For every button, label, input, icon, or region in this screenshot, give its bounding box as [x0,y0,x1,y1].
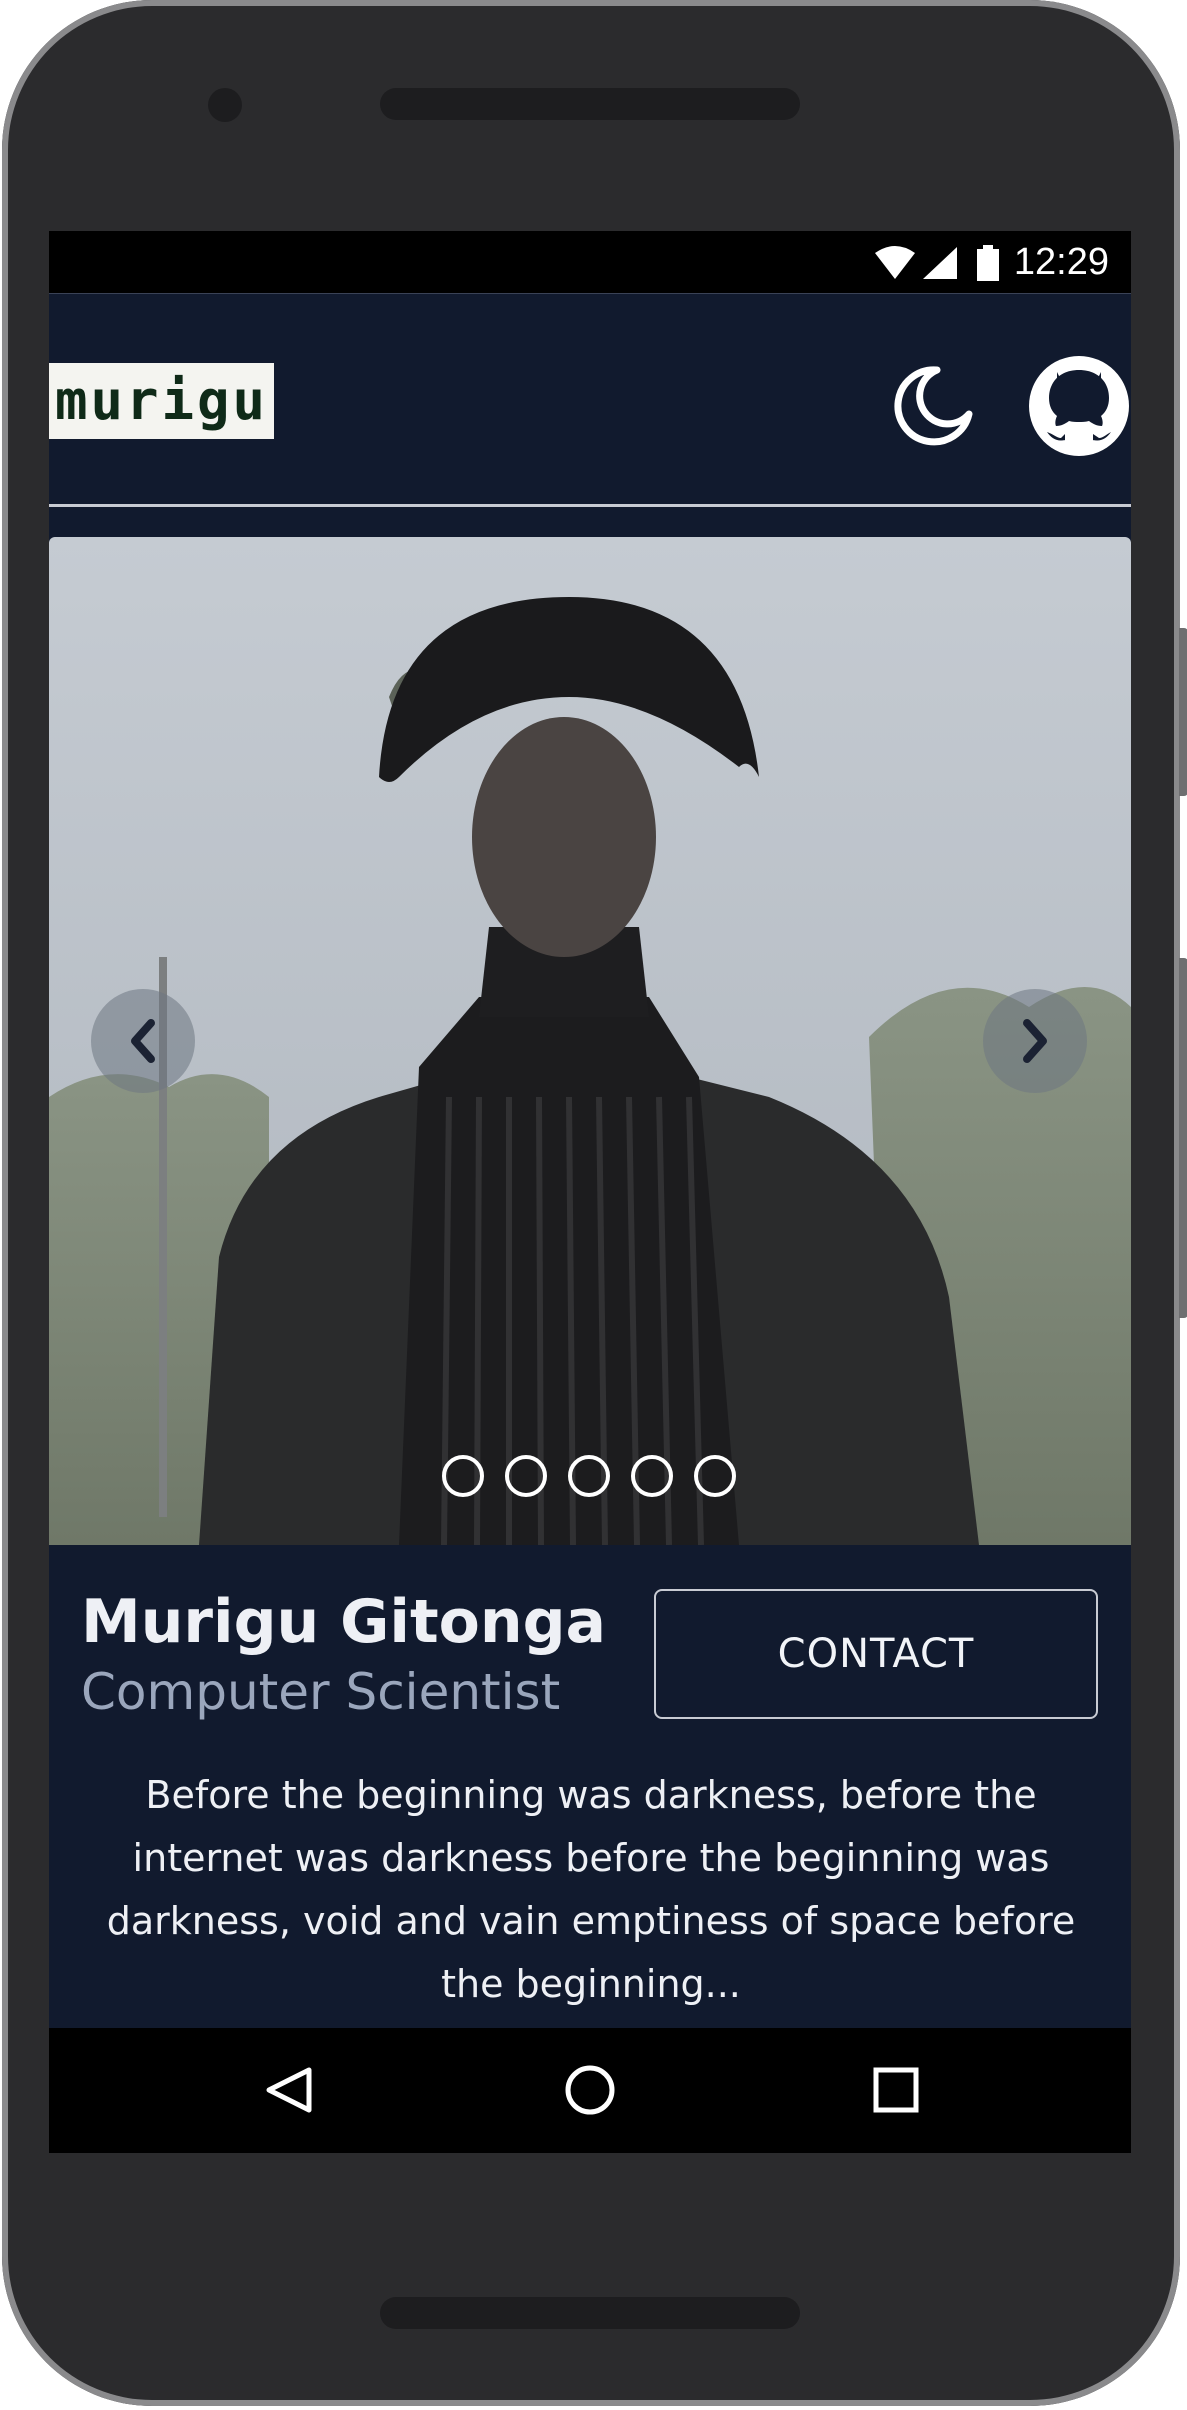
signal-icon [923,247,957,279]
profile-name: Murigu Gitonga [81,1587,606,1657]
moon-icon[interactable] [889,364,973,448]
status-bar: 12:29 [49,231,1131,293]
contact-button[interactable]: CONTACT [654,1589,1098,1719]
battery-icon [977,245,999,281]
volume-button [1179,958,1187,1318]
profile-bio: Before the beginning was darkness, befor… [106,1773,1076,2006]
carousel-indicator[interactable] [568,1455,610,1497]
recents-icon[interactable] [873,2067,919,2113]
back-icon[interactable] [266,2067,312,2113]
home-icon[interactable] [565,2065,615,2115]
github-icon[interactable] [1027,354,1131,458]
front-camera [208,88,242,122]
chevron-left-icon [131,1019,155,1063]
photo-carousel[interactable] [49,537,1131,1545]
screen: 12:29 murigu Murigu Gitonga Computer Sci… [49,231,1131,2153]
site-logo[interactable]: murigu [49,363,274,439]
carousel-prev-button[interactable] [91,989,195,1093]
power-button [1179,628,1187,796]
profile-role: Computer Scientist [81,1663,561,1721]
android-nav-buttons [266,2065,919,2115]
carousel-indicator[interactable] [631,1455,673,1497]
carousel-indicator[interactable] [442,1455,484,1497]
bottom-speaker [380,2297,800,2329]
app-header: murigu [49,293,1131,507]
portrait-photo [49,537,1131,1545]
phone-frame: 12:29 murigu Murigu Gitonga Computer Sci… [2,0,1187,2406]
status-time: 12:29 [1013,241,1109,283]
earpiece-speaker [380,88,800,120]
carousel-next-button[interactable] [983,989,1087,1093]
status-icons [875,245,999,281]
wifi-icon [875,246,915,279]
carousel-indicator[interactable] [505,1455,547,1497]
chevron-right-icon [1023,1019,1047,1063]
android-nav-bar [49,2028,1131,2153]
carousel-indicator[interactable] [694,1455,736,1497]
